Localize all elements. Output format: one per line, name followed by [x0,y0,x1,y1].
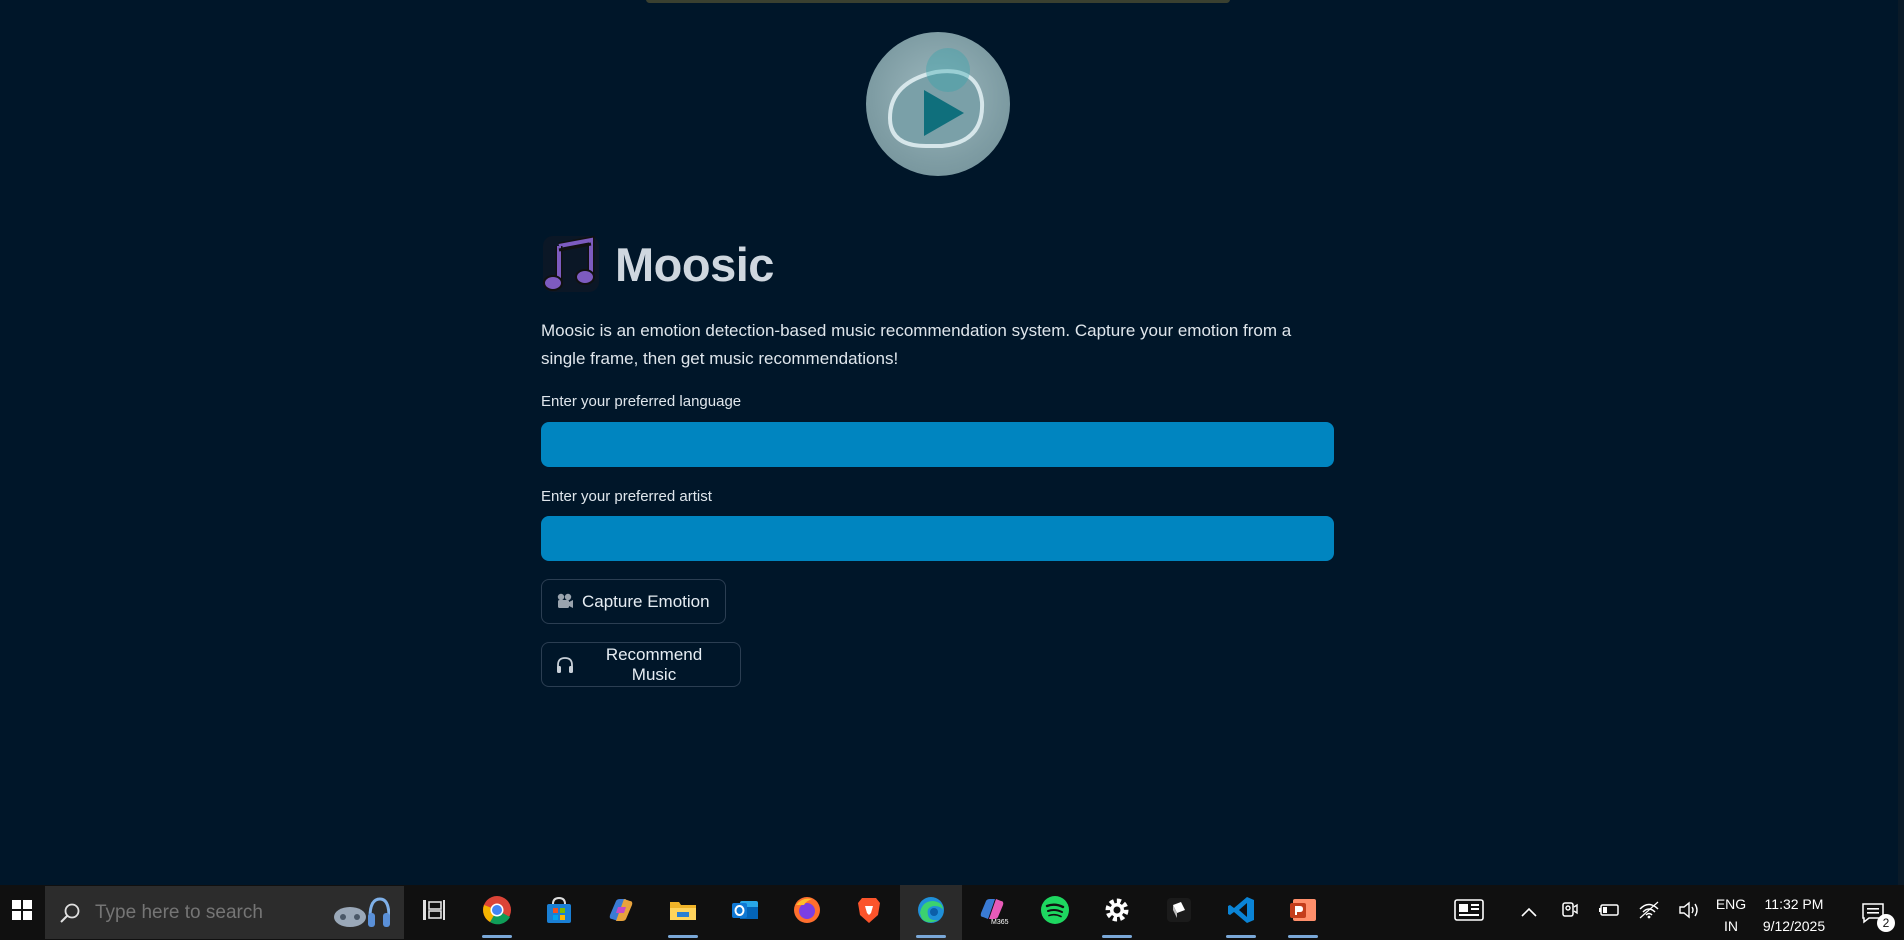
chevron-up-icon [1521,904,1537,922]
language-label: Enter your preferred language [541,393,742,410]
taskbar-settings[interactable] [1086,885,1148,940]
outlook-icon [730,895,760,930]
powerpoint-icon [1288,895,1318,930]
artist-label: Enter your preferred artist [541,488,712,505]
running-indicator [1102,935,1132,938]
tray-volume[interactable] [1674,885,1704,940]
edge-icon [916,895,946,930]
clock[interactable]: 11:32 PM 9/12/2025 [1754,893,1834,937]
clock-time: 11:32 PM [1764,896,1824,912]
recommend-music-button[interactable]: Recommend Music [541,642,741,687]
window-edge [1898,0,1904,885]
show-hidden-icons-button[interactable] [1514,885,1544,940]
app-logo [866,32,1010,176]
speaker-icon [1678,901,1700,924]
wifi-icon [1638,901,1660,924]
language-input[interactable] [541,422,1334,467]
region-code: IN [1724,918,1738,934]
gaming-headset-icon [332,893,390,933]
taskbar-roblox[interactable] [1148,885,1210,940]
running-indicator [916,935,946,938]
taskbar-file-explorer[interactable] [652,885,714,940]
svg-text:M365: M365 [991,919,1009,925]
running-indicator [1288,935,1318,938]
brave-icon [854,895,884,930]
notification-count-badge: 2 [1877,913,1895,932]
tray-meet-now[interactable] [1554,885,1584,940]
task-view-icon [422,899,446,926]
vscode-icon [1226,895,1256,930]
taskbar-edge[interactable] [900,885,962,940]
capture-emotion-label: Capture Emotion [582,591,710,611]
recommend-music-label: Recommend Music [605,644,703,684]
artist-input[interactable] [541,516,1334,561]
taskbar-store[interactable] [528,885,590,940]
webcam-icon [1560,901,1578,924]
firefox-icon [792,895,822,930]
notification-center-button[interactable]: 2 [1848,885,1898,940]
tray-battery[interactable] [1594,885,1624,940]
start-button[interactable] [0,885,44,940]
top-decoration-bar [646,0,1230,3]
clock-date: 9/12/2025 [1762,918,1826,934]
taskbar-firefox[interactable] [776,885,838,940]
search-icon [59,902,81,924]
taskbar-m365[interactable]: M365 [962,885,1024,940]
taskbar-spotify[interactable] [1024,885,1086,940]
battery-icon [1598,902,1620,923]
headphones-icon [556,656,574,674]
running-indicator [1226,935,1256,938]
running-indicator [482,935,512,938]
microsoft-365-icon: M365 [977,895,1009,930]
search-input[interactable] [93,900,297,925]
folder-icon [668,895,698,930]
notification-icon: 2 [1861,902,1895,932]
chrome-icon [482,895,512,930]
news-widget-button[interactable] [1448,885,1490,940]
microsoft-store-icon [544,895,574,930]
spotify-icon [1040,895,1070,930]
taskbar-chrome[interactable] [466,885,528,940]
title-row: Moosic [541,234,774,294]
taskbar-brave[interactable] [838,885,900,940]
taskbar-vscode[interactable] [1210,885,1272,940]
news-icon [1454,899,1484,926]
language-code: ENG [1715,896,1747,912]
streamlit-app: Moosic Moosic is an emotion detection-ba… [0,0,1898,885]
task-view-button[interactable] [404,885,464,940]
tray-network[interactable] [1634,885,1664,940]
running-indicator [668,935,698,938]
taskbar-powerpoint[interactable] [1272,885,1334,940]
taskbar-search[interactable] [45,886,404,939]
copilot-icon [606,895,636,930]
capture-emotion-button[interactable]: Capture Emotion [541,579,726,624]
gear-icon [1103,896,1131,929]
app-description: Moosic is an emotion detection-based mus… [541,321,1292,368]
input-language-indicator[interactable]: ENG IN [1712,893,1750,937]
roblox-icon [1165,896,1193,929]
taskbar-copilot[interactable] [590,885,652,940]
windows-taskbar: M365 [0,885,1904,940]
windows-logo-icon [12,900,32,925]
movie-camera-icon [556,593,574,611]
page-title: Moosic [615,237,774,291]
music-note-icon [541,234,601,294]
taskbar-outlook[interactable] [714,885,776,940]
